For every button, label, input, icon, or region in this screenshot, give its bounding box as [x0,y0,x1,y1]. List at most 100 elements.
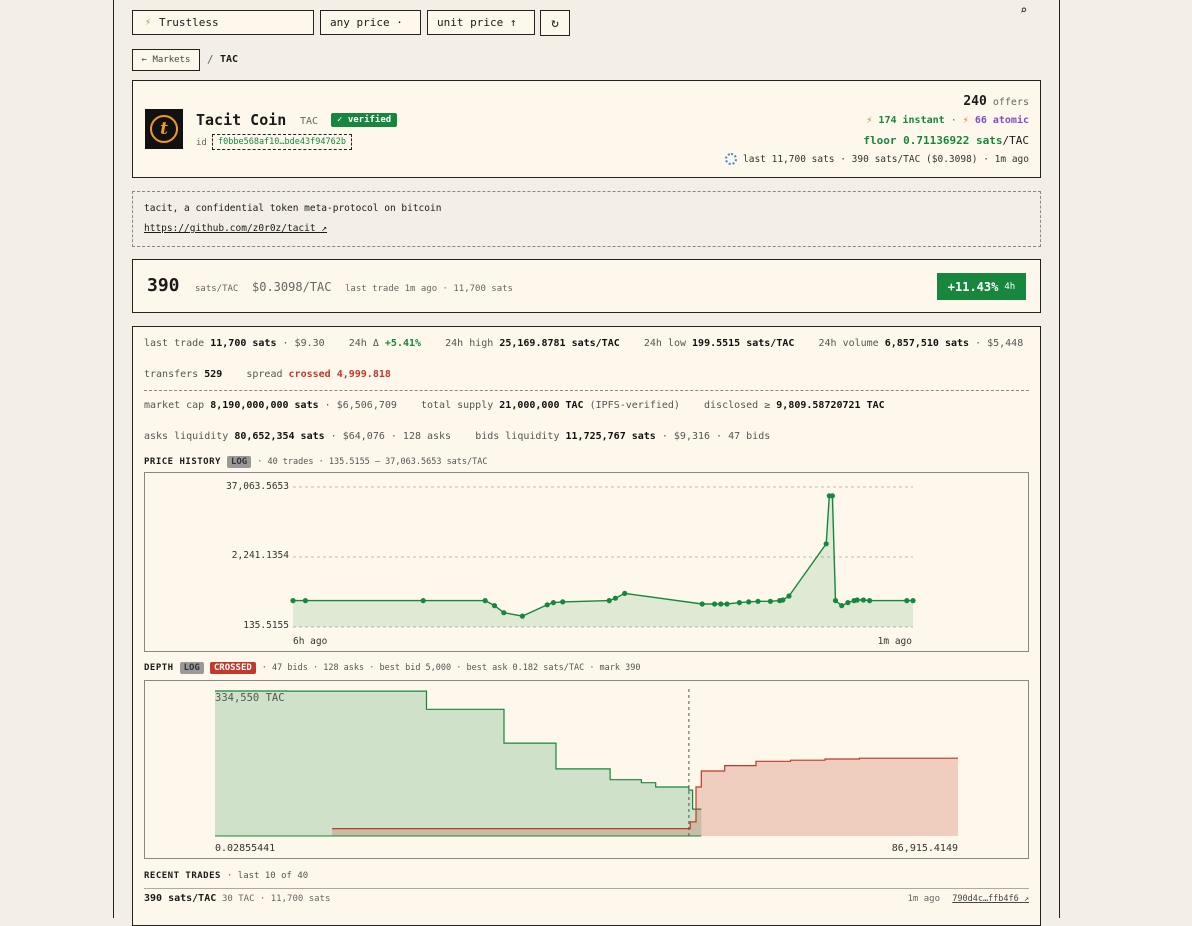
depth-x-start: 0.02855441 [215,843,276,854]
trade-point [712,601,718,607]
breadcrumb-current: TAC [220,54,239,65]
trade-point [544,602,550,608]
stat-value: +5.41% [384,338,422,349]
y-tick-mid: 2,241.1354 [231,550,289,561]
trade-point [718,601,724,607]
description-card: tacit, a confidential token meta-protoco… [132,191,1041,247]
sort-value: unit price ↑ [437,16,517,29]
token-ticker: TAC [300,116,319,127]
x-tick-start: 6h ago [293,636,328,647]
recent-trades-title: RECENT TRADES [144,871,221,881]
trade-point [606,598,612,604]
bolt-icon: ⚡ [145,17,152,28]
trade-point [501,610,507,616]
offers-label: offers [992,97,1029,108]
atomic-bolt-icon: ⚡ [962,115,969,126]
recent-trades-summary: · last 10 of 40 [226,871,309,881]
y-tick-bottom: 135.5155 [243,620,289,631]
stat-value: 199.5515 sats/TAC [692,338,795,349]
stat-value: 6,857,510 sats [884,338,970,349]
trade-point [290,598,296,604]
trade-point [823,541,829,547]
refresh-button[interactable]: ↻ [540,10,570,36]
token-id-value[interactable]: f0bbe568af10…bde43f94762b [212,134,352,150]
stat-label: 24h volume [818,338,879,349]
github-link[interactable]: https://github.com/z0r0z/tacit ↗ [144,223,327,234]
spread-value: crossed 4,999.818 [288,369,391,380]
search-input[interactable]: ⚡ Trustless [132,10,314,35]
trade-point [519,613,525,619]
depth-summary: · 47 bids · 128 asks · best bid 5,000 · … [261,663,641,673]
x-tick-end: 1m ago [877,636,912,647]
trade-tx-link[interactable]: 790d4c…ffb4f6 ↗ [952,894,1029,904]
trade-point [839,603,845,609]
depth-header: DEPTH LOG CROSSED · 47 bids · 128 asks ·… [144,662,641,674]
stat-value: 11,725,767 sats [565,431,656,442]
price-filter-value: any price · [330,16,403,29]
price-last-trade: last trade 1m ago · 11,700 sats [345,284,513,294]
price-area [293,495,913,627]
loading-spinner-icon [725,153,738,165]
trade-point [832,598,839,604]
description-text: tacit, a confidential token meta-protoco… [144,203,442,214]
trade-point [910,598,916,604]
stat-label: disclosed ≥ [704,400,771,411]
price-filter-select[interactable]: any price · [320,10,421,35]
trade-point [612,595,618,601]
stat-label: total supply [421,400,494,411]
trade-point [699,601,705,607]
search-icon[interactable]: ⌕ [1020,3,1027,17]
price-value: 390 [147,275,180,296]
trade-point [786,593,792,599]
price-unit: sats/TAC [195,284,239,294]
token-logo: t [145,109,183,149]
offers-count: 240 [963,94,987,109]
trade-price: 390 sats/TAC [144,893,217,904]
stat-label: bids liquidity [475,431,560,442]
instant-count: 174 instant [878,115,945,126]
depth-svg [215,689,959,837]
stat-extra: (IPFS-verified) [589,400,680,411]
stat-label: asks liquidity [144,431,229,442]
trade-point [420,598,426,604]
stat-label: 24h low [643,338,686,349]
trade-point [904,598,910,604]
last-trade-text: last 11,700 sats · 390 sats/TAC ($0.3098… [743,153,1029,165]
token-name: Tacit Coin [196,111,287,129]
trade-point [550,600,556,606]
stat-value: 8,190,000,000 sats [210,400,319,411]
price-change-badge: +11.43% 4h [937,273,1026,300]
floor-price: floor 0.71136922 sats/TAC [863,134,1029,147]
bids-area [215,691,702,836]
stat-extra: · $9.30 [282,338,325,349]
depth-chart: 334,550 TAC 0.02855441 86,915.4149 [144,680,1029,859]
trade-point [736,600,743,606]
offers-summary: 240 offers [963,94,1029,109]
stat-value: 9,809.58720721 TAC [776,400,885,411]
market-panel: last trade 11,700 sats · $9.30 24h Δ +5.… [132,326,1041,926]
stats-row-3: market cap 8,190,000,000 sats · $6,506,7… [144,400,885,411]
stat-value: 25,169.8781 sats/TAC [499,338,620,349]
token-id-label: id [196,138,207,148]
trade-point [746,599,752,605]
trade-point [724,601,730,607]
transfers-label: transfers [144,369,199,380]
back-to-markets-button[interactable]: ← Markets [132,49,200,71]
stats-row-2: transfers 529 spread crossed 4,999.818 [144,369,391,380]
refresh-icon: ↻ [551,15,559,31]
log-scale-toggle[interactable]: LOG [226,456,252,468]
stat-extra: · $5,448 [975,338,1024,349]
dot-separator: · [950,115,957,126]
transfers-value: 529 [204,369,223,380]
crossed-badge: CROSSED [209,662,256,674]
stat-value: 21,000,000 TAC [499,400,584,411]
sort-select[interactable]: unit price ↑ [427,10,535,35]
price-change-period: 4h [1004,281,1016,292]
trades-divider [144,888,1029,889]
trade-time: 1m ago [907,894,940,904]
trade-point [829,493,836,499]
depth-log-toggle[interactable]: LOG [179,662,204,674]
price-history-title: PRICE HISTORY [144,457,221,467]
trade-point [867,598,873,604]
trade-point [302,598,308,604]
